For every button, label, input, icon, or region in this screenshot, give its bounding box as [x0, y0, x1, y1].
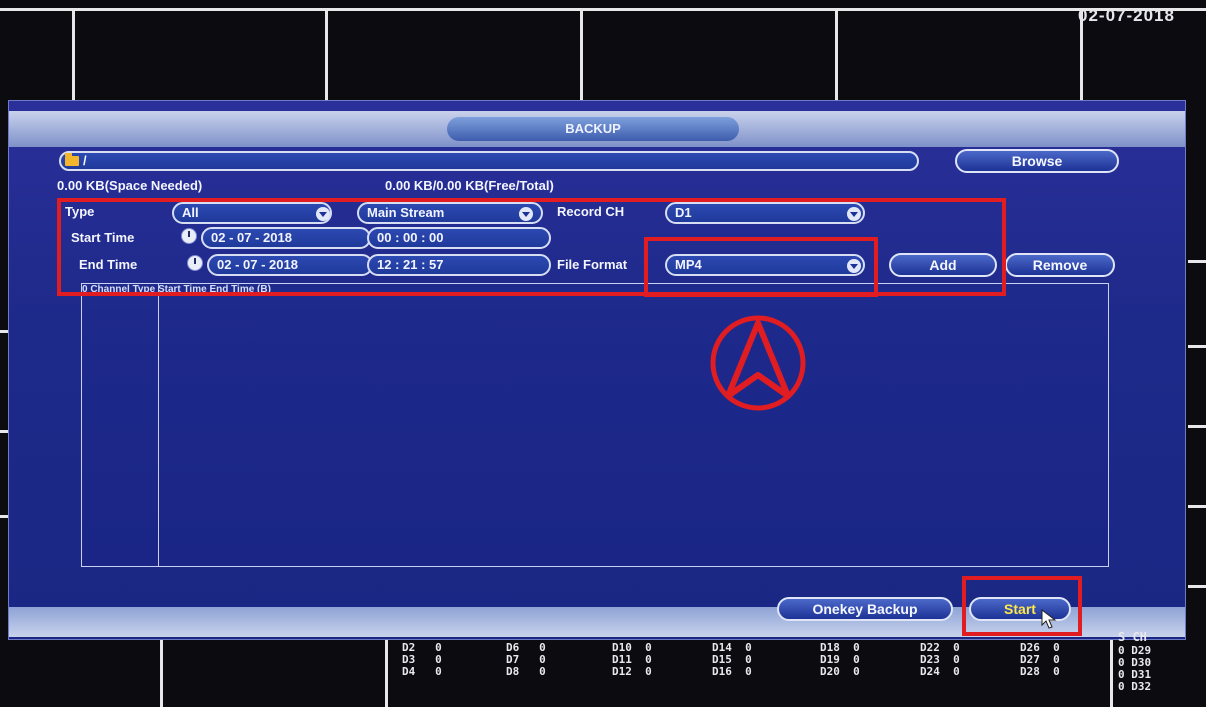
channel-status-col3: D10 0 D11 0 D12 0	[612, 641, 652, 678]
backup-file-list[interactable]: 0 Channel Type Start Time End Time (B)	[81, 283, 1109, 567]
channel-status-col1: D2 0 D3 0 D4 0	[402, 641, 442, 678]
path-value: /	[83, 153, 87, 168]
channel-status-col2: D6 0 D7 0 D8 0	[506, 641, 546, 678]
dialog-title: BACKUP	[447, 117, 739, 141]
remove-button[interactable]: Remove	[1005, 253, 1115, 277]
channel-status-col6: D22 0 D23 0 D24 0	[920, 641, 960, 678]
backup-path-field[interactable]: /	[59, 151, 919, 171]
browse-button[interactable]: Browse	[955, 149, 1119, 173]
title-bar: BACKUP	[9, 111, 1185, 147]
channel-status-col8: 0 D29 0 D30 0 D31 0 D32	[1118, 644, 1152, 693]
highlight-start-box	[962, 576, 1082, 636]
highlight-file-format-box	[644, 237, 878, 297]
system-date: 02-07-2018	[1078, 6, 1175, 25]
compass-icon	[710, 315, 806, 411]
space-needed-text: 0.00 KB(Space Needed)	[57, 178, 203, 193]
backup-dialog: BACKUP / Browse 0.00 KB(Space Needed) 0.…	[8, 100, 1186, 640]
column-divider	[158, 284, 159, 566]
channel-status-header: S CH	[1118, 630, 1147, 644]
free-total-text: 0.00 KB/0.00 KB(Free/Total)	[385, 178, 554, 193]
channel-status-col5: D18 0 D19 0 D20 0	[820, 641, 860, 678]
channel-status-col4: D14 0 D15 0 D16 0	[712, 641, 752, 678]
folder-icon	[65, 153, 79, 166]
channel-status-col7: D26 0 D27 0 D28 0	[1020, 641, 1060, 678]
onekey-backup-button[interactable]: Onekey Backup	[777, 597, 953, 621]
